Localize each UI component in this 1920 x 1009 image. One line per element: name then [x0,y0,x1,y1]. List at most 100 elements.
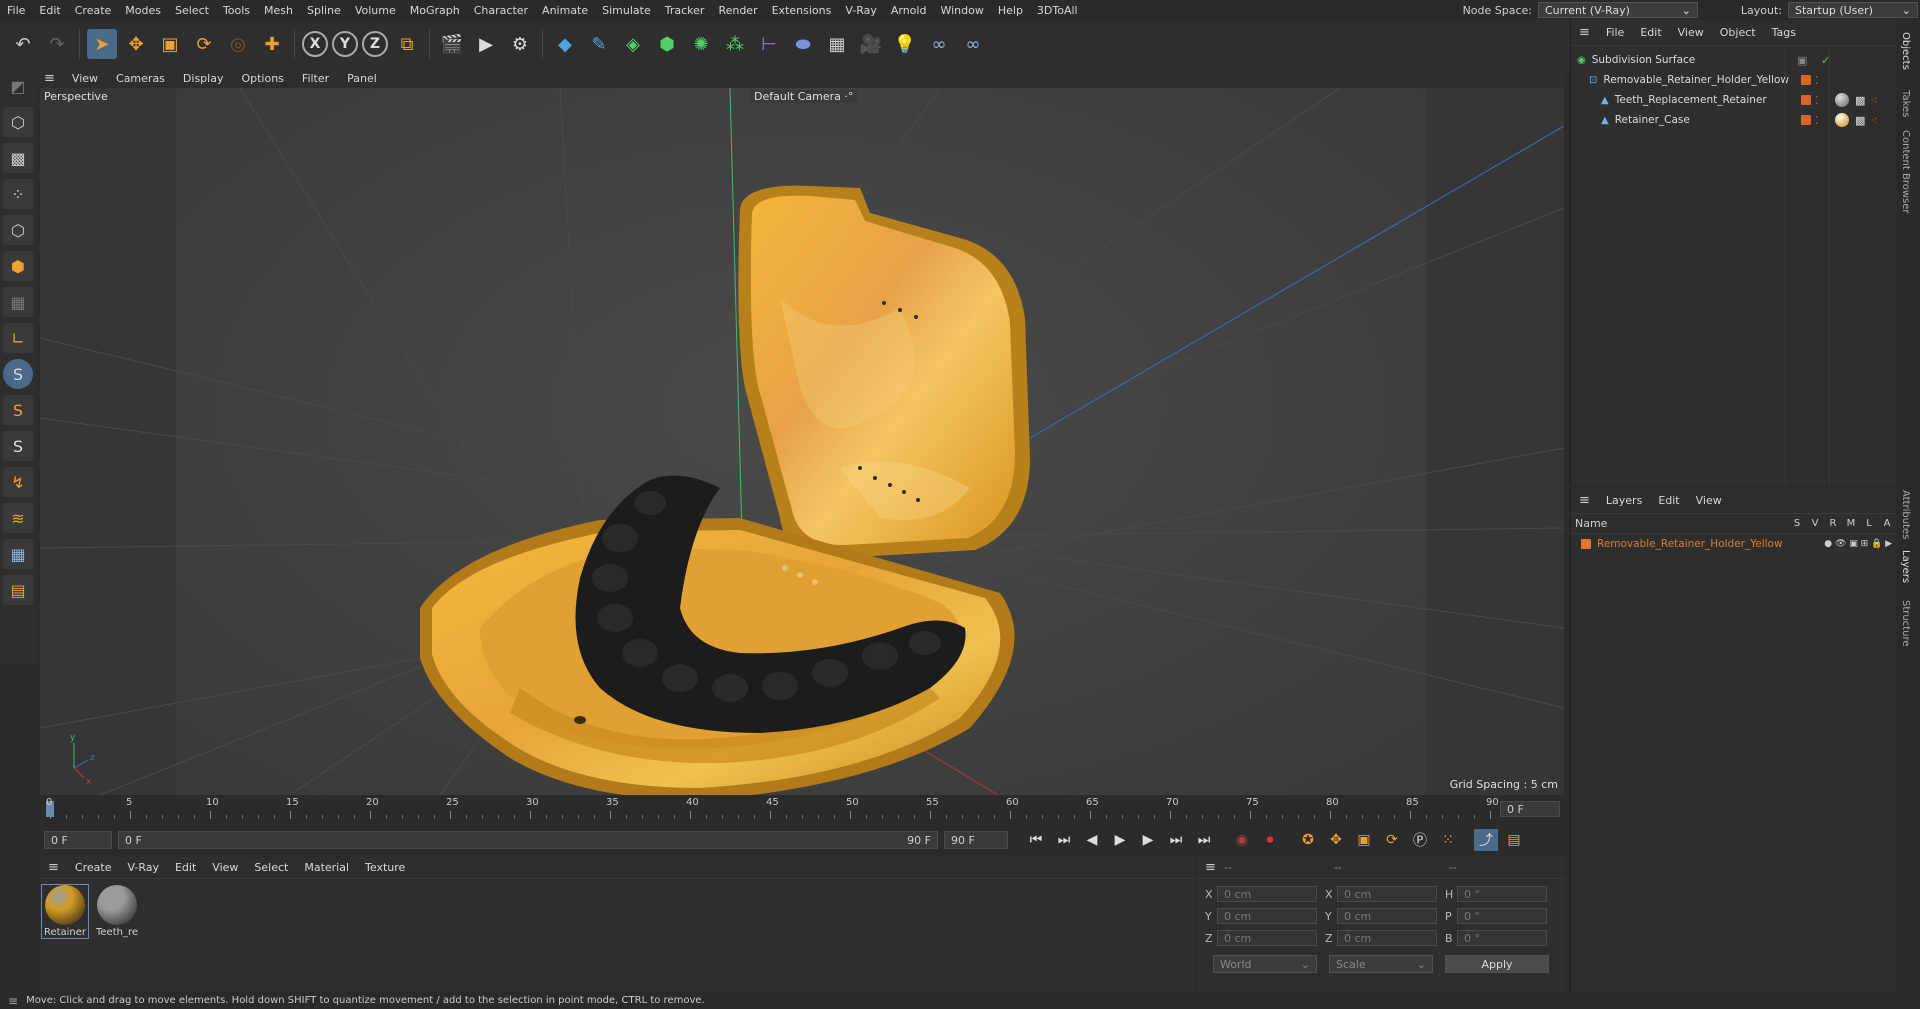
edges-mode-icon[interactable]: ⬡ [3,215,33,245]
frame-display[interactable]: 0 F [1500,801,1560,817]
python-script-icon[interactable]: ∞ [958,29,988,59]
menu-item-v-ray[interactable]: V-Ray [838,4,884,17]
undo-icon[interactable]: ↶ [8,29,38,59]
menu-item-arnold[interactable]: Arnold [884,4,934,17]
coord-field[interactable]: 0 ° [1457,908,1547,924]
viewport-menu-view[interactable]: View [63,72,107,85]
menu-item-spline[interactable]: Spline [300,4,348,17]
deformer-icon[interactable]: ⊢ [754,29,784,59]
record-icon[interactable]: ⏺ [1258,829,1282,851]
model-mode-icon[interactable]: ⬡ [3,107,33,137]
redo-icon[interactable]: ↷ [42,29,72,59]
x-axis-icon[interactable]: X [302,31,328,57]
floor-icon[interactable]: ▦ [822,29,852,59]
menu-item-character[interactable]: Character [467,4,535,17]
coordinate-system-icon[interactable]: ⧉ [392,29,422,59]
hamburger-icon[interactable]: ≡ [40,860,67,875]
rotate-tool-icon[interactable]: ⟳ [189,29,219,59]
field-icon[interactable]: ⬬ [788,29,818,59]
autokey-icon[interactable]: ◉ [1230,829,1254,851]
menu-item-mograph[interactable]: MoGraph [403,4,467,17]
axis-mode-icon[interactable]: ∟ [3,323,33,353]
object-menu-view[interactable]: View [1670,26,1712,39]
grid-icon[interactable]: ▦ [3,539,33,569]
layer-menu-edit[interactable]: Edit [1650,494,1687,507]
add-icon[interactable]: ✚ [257,29,287,59]
hamburger-icon[interactable]: ≡ [36,71,63,86]
menu-item-mesh[interactable]: Mesh [257,4,300,17]
material-menu-material[interactable]: Material [296,861,357,874]
go-to-start-icon[interactable]: ⏮ [1024,829,1048,851]
side-tab-structure[interactable]: Structure [1900,600,1911,647]
menu-item-create[interactable]: Create [68,4,119,17]
material-swatch[interactable]: Retainer [41,884,89,939]
render-region-icon[interactable]: 🎬 [437,29,467,59]
move-tool-icon[interactable]: ✥ [121,29,151,59]
side-tab-objects[interactable]: Objects [1900,32,1911,70]
coord-field[interactable]: 0 ° [1457,886,1547,902]
key-position-icon[interactable]: ✥ [1324,829,1348,851]
object-row[interactable]: ▲ Teeth_Replacement_Retainer ⁚ ▩ ⁖ [1571,90,1896,110]
material-menu-edit[interactable]: Edit [167,861,204,874]
menu-item-edit[interactable]: Edit [32,4,67,17]
apply-button[interactable]: Apply [1445,955,1549,973]
object-row[interactable]: ⊡ Removable_Retainer_Holder_Yellow ⁚ [1571,70,1896,90]
cloner-icon[interactable]: ✺ [686,29,716,59]
viewport-menu-display[interactable]: Display [174,72,233,85]
key-scale-icon[interactable]: ▣ [1352,829,1376,851]
menu-item-volume[interactable]: Volume [348,4,403,17]
coord-field[interactable]: 0 cm [1337,908,1437,924]
object-row[interactable]: ◉ Subdivision Surface ✓ ▣ [1571,50,1896,70]
timeline-icon[interactable]: ▤ [1502,829,1526,851]
points-mode-icon[interactable]: ⁘ [3,179,33,209]
object-menu-file[interactable]: File [1598,26,1632,39]
next-frame-icon[interactable]: ▶ [1136,829,1160,851]
viewport-menu-filter[interactable]: Filter [293,72,338,85]
render-view-icon[interactable]: ▶ [471,29,501,59]
layout-select[interactable]: Startup (User) ⌄ [1788,2,1918,18]
coord-field[interactable]: 0 cm [1217,930,1317,946]
visibility-dots-icon[interactable]: ⁚ [1815,74,1819,87]
object-menu-tags[interactable]: Tags [1764,26,1804,39]
key-param-icon[interactable]: Ⓟ [1408,829,1432,851]
extrude-icon[interactable]: ⬢ [652,29,682,59]
polygons-mode-icon[interactable]: ⬢ [3,251,33,281]
hamburger-icon[interactable]: ≡ [1571,493,1598,508]
play-icon[interactable]: ▶ [1108,829,1132,851]
camera-name[interactable]: Default Camera ·° [750,90,858,103]
subdivision-icon[interactable]: ◈ [618,29,648,59]
enabled-check-icon[interactable]: ▣ [1797,54,1807,67]
pen-icon[interactable]: ✎ [584,29,614,59]
visibility-dots-icon[interactable]: ⁚ [1815,94,1819,107]
layer-color-icon[interactable] [1801,115,1811,125]
material-menu-v-ray[interactable]: V-Ray [119,861,167,874]
material-menu-texture[interactable]: Texture [357,861,413,874]
uv-mode-icon[interactable]: ▦ [3,287,33,317]
light-icon[interactable]: 💡 [890,29,920,59]
viewport-menu-panel[interactable]: Panel [338,72,386,85]
python-icon[interactable]: ∞ [924,29,954,59]
render-settings-icon[interactable]: ⚙ [505,29,535,59]
z-axis-icon[interactable]: Z [362,31,388,57]
side-tab-takes[interactable]: Takes [1900,90,1911,117]
coord-field[interactable]: 0 ° [1457,930,1547,946]
visibility-dots-icon[interactable]: ⁚ [1815,114,1819,127]
layer-menu-layers[interactable]: Layers [1598,494,1650,507]
checker-tag-icon[interactable]: ▩ [1855,94,1865,107]
scale-tool-icon[interactable]: ▣ [155,29,185,59]
coord-field[interactable]: 0 cm [1217,886,1317,902]
prev-frame-icon[interactable]: ◀ [1080,829,1104,851]
viewport-3d[interactable]: y z x Perspective Default Camera ·° Grid… [40,88,1564,795]
select-tool-icon[interactable]: ➤ [87,29,117,59]
object-menu-edit[interactable]: Edit [1632,26,1669,39]
key-rotation-icon[interactable]: ⟳ [1380,829,1404,851]
tag-dots-icon[interactable]: ⁖ [1871,94,1877,107]
recent-tool-icon[interactable]: ◎ [223,29,253,59]
go-to-end-icon[interactable]: ⏭ [1192,829,1216,851]
next-key-icon[interactable]: ⏭ [1164,829,1188,851]
node-space-select[interactable]: Current (V-Ray) ⌄ [1538,2,1698,18]
material-tag-icon[interactable] [1835,113,1849,127]
menu-item-window[interactable]: Window [933,4,990,17]
layer-toggle-icons[interactable]: ● 👁 ▣ ⊞ 🔒 ▶ [1824,539,1892,549]
magnet-icon[interactable]: ↯ [3,467,33,497]
